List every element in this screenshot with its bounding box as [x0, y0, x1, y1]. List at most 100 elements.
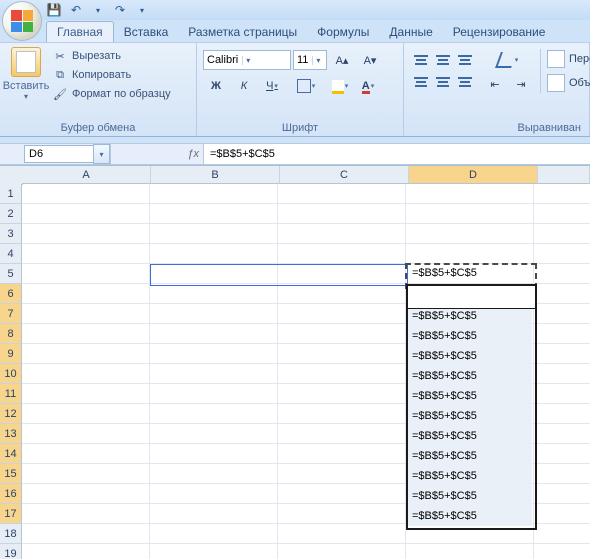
cell[interactable] [534, 224, 590, 244]
cell[interactable] [534, 544, 590, 559]
row-header[interactable]: 11 [0, 384, 22, 404]
spreadsheet[interactable]: A B C D 1 2 3 4 5 6 7 8 9 10 11 12 13 14… [0, 165, 590, 559]
row-header[interactable]: 8 [0, 324, 22, 344]
align-center-button[interactable] [432, 71, 454, 93]
cell-value[interactable]: =$B$5+$C$5 [409, 506, 480, 526]
cell[interactable] [278, 324, 406, 344]
cell[interactable] [22, 244, 150, 264]
format-painter-button[interactable]: 🖌 Формат по образцу [52, 86, 171, 102]
undo-icon[interactable]: ↶ [68, 2, 84, 18]
name-box[interactable]: D6 ▾ [0, 144, 111, 164]
cell-D5[interactable]: =$B$5+$C$5 [409, 267, 480, 279]
cell[interactable] [534, 464, 590, 484]
font-size-combo[interactable]: 11 ▾ [293, 50, 327, 70]
cell[interactable] [278, 444, 406, 464]
cell[interactable] [534, 204, 590, 224]
row-header[interactable]: 17 [0, 504, 22, 524]
cell[interactable] [150, 264, 278, 284]
redo-icon[interactable]: ↷ [112, 2, 128, 18]
underline-button[interactable]: Ч [259, 75, 285, 97]
col-header-C[interactable]: C [280, 166, 409, 184]
orientation-button[interactable] [482, 49, 534, 71]
borders-button[interactable] [293, 75, 319, 97]
cell[interactable] [22, 284, 150, 304]
cell[interactable] [406, 524, 534, 544]
align-bottom-button[interactable] [454, 49, 476, 71]
undo-dropdown-icon[interactable]: ▾ [90, 2, 106, 18]
cell[interactable] [534, 484, 590, 504]
row-header[interactable]: 2 [0, 204, 22, 224]
cell[interactable] [22, 344, 150, 364]
merge-button[interactable]: Объедин [547, 73, 590, 93]
cell[interactable] [22, 304, 150, 324]
cell[interactable] [150, 544, 278, 559]
shrink-font-button[interactable]: A▾ [357, 49, 383, 71]
cut-button[interactable]: ✂ Вырезать [52, 48, 171, 64]
cell[interactable] [534, 264, 590, 284]
cell[interactable] [150, 344, 278, 364]
tab-formulas[interactable]: Формулы [307, 22, 379, 42]
cell[interactable] [278, 204, 406, 224]
grow-font-button[interactable]: A▴ [329, 49, 355, 71]
row-header[interactable]: 6 [0, 284, 22, 304]
cell[interactable] [278, 364, 406, 384]
font-color-button[interactable]: A [355, 75, 381, 97]
cell-value[interactable]: =$B$5+$C$5 [409, 446, 480, 466]
cell[interactable] [150, 404, 278, 424]
cell[interactable] [150, 184, 278, 204]
row-header[interactable]: 13 [0, 424, 22, 444]
save-icon[interactable]: 💾 [46, 2, 62, 18]
fill-color-button[interactable] [327, 75, 353, 97]
decrease-indent-button[interactable]: ⇤ [482, 73, 508, 95]
cell[interactable] [150, 224, 278, 244]
fx-icon[interactable]: ƒx [111, 144, 204, 164]
row-header[interactable]: 10 [0, 364, 22, 384]
cell[interactable] [22, 504, 150, 524]
cells-area[interactable] [22, 184, 590, 559]
italic-button[interactable]: К [231, 75, 257, 97]
cell[interactable] [278, 224, 406, 244]
font-name-combo[interactable]: Calibri ▾ [203, 50, 291, 70]
row-header[interactable]: 7 [0, 304, 22, 324]
cell-value[interactable]: =$B$5+$C$5 [409, 306, 480, 326]
copy-button[interactable]: ⧉ Копировать [52, 67, 171, 83]
cell-value[interactable]: =$B$5+$C$5 [409, 386, 480, 406]
cell[interactable] [150, 244, 278, 264]
qat-customize-icon[interactable]: ▾ [134, 2, 150, 18]
cell[interactable] [150, 304, 278, 324]
cell[interactable] [534, 184, 590, 204]
cell[interactable] [22, 544, 150, 559]
cell[interactable] [22, 224, 150, 244]
cell-value[interactable]: =$B$5+$C$5 [409, 346, 480, 366]
row-header[interactable]: 14 [0, 444, 22, 464]
cell[interactable] [278, 544, 406, 559]
cell[interactable] [534, 284, 590, 304]
cell[interactable] [534, 504, 590, 524]
cell[interactable] [150, 204, 278, 224]
cell[interactable] [278, 404, 406, 424]
cell[interactable] [278, 504, 406, 524]
cell[interactable] [534, 524, 590, 544]
cell[interactable] [22, 184, 150, 204]
cell[interactable] [278, 484, 406, 504]
bold-button[interactable]: Ж [203, 75, 229, 97]
cell[interactable] [150, 504, 278, 524]
col-header-A[interactable]: A [22, 166, 151, 184]
cell-value[interactable]: =$B$5+$C$5 [409, 366, 480, 386]
align-top-button[interactable] [410, 49, 432, 71]
cell[interactable] [150, 384, 278, 404]
cell[interactable] [278, 344, 406, 364]
row-header[interactable]: 5 [0, 264, 22, 284]
tab-data[interactable]: Данные [379, 22, 442, 42]
cell[interactable] [22, 424, 150, 444]
cell[interactable] [278, 244, 406, 264]
cell[interactable] [22, 484, 150, 504]
cell[interactable] [534, 384, 590, 404]
formula-input[interactable] [204, 144, 590, 164]
cell[interactable] [534, 364, 590, 384]
cell[interactable] [534, 324, 590, 344]
row-header[interactable]: 15 [0, 464, 22, 484]
cell-value[interactable]: =$B$5+$C$5 [409, 426, 480, 446]
cell[interactable] [534, 424, 590, 444]
cell[interactable] [150, 324, 278, 344]
